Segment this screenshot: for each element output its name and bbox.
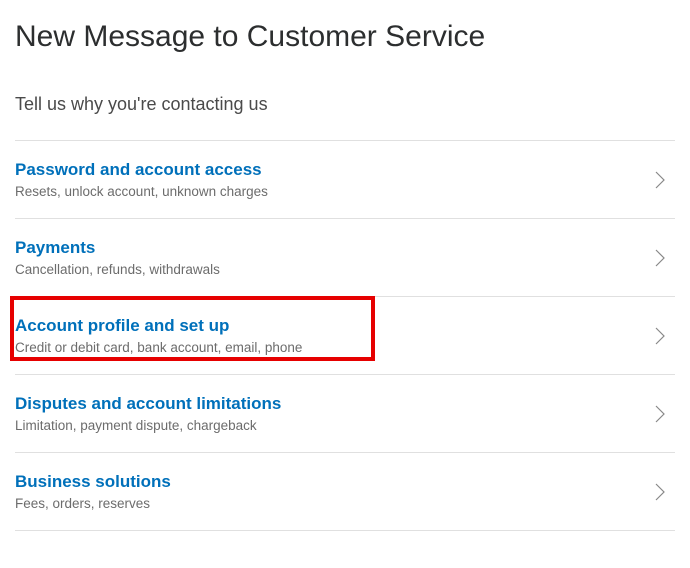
category-desc: Resets, unlock account, unknown charges bbox=[15, 184, 640, 199]
category-title: Business solutions bbox=[15, 472, 640, 492]
category-disputes[interactable]: Disputes and account limitations Limitat… bbox=[15, 375, 675, 453]
category-password-access[interactable]: Password and account access Resets, unlo… bbox=[15, 141, 675, 219]
category-content: Business solutions Fees, orders, reserve… bbox=[15, 472, 640, 511]
category-title: Disputes and account limitations bbox=[15, 394, 640, 414]
chevron-right-icon bbox=[655, 327, 665, 345]
category-account-profile[interactable]: Account profile and set up Credit or deb… bbox=[15, 297, 675, 375]
category-content: Password and account access Resets, unlo… bbox=[15, 160, 640, 199]
category-content: Payments Cancellation, refunds, withdraw… bbox=[15, 238, 640, 277]
category-title: Account profile and set up bbox=[15, 316, 640, 336]
page-subtitle: Tell us why you're contacting us bbox=[15, 94, 675, 115]
category-desc: Cancellation, refunds, withdrawals bbox=[15, 262, 640, 277]
category-title: Password and account access bbox=[15, 160, 640, 180]
category-desc: Fees, orders, reserves bbox=[15, 496, 640, 511]
category-payments[interactable]: Payments Cancellation, refunds, withdraw… bbox=[15, 219, 675, 297]
page-title: New Message to Customer Service bbox=[15, 20, 675, 54]
category-list: Password and account access Resets, unlo… bbox=[15, 140, 675, 531]
chevron-right-icon bbox=[655, 405, 665, 423]
chevron-right-icon bbox=[655, 483, 665, 501]
category-business-solutions[interactable]: Business solutions Fees, orders, reserve… bbox=[15, 453, 675, 531]
category-desc: Limitation, payment dispute, chargeback bbox=[15, 418, 640, 433]
category-content: Disputes and account limitations Limitat… bbox=[15, 394, 640, 433]
category-title: Payments bbox=[15, 238, 640, 258]
category-content: Account profile and set up Credit or deb… bbox=[15, 316, 640, 355]
category-desc: Credit or debit card, bank account, emai… bbox=[15, 340, 640, 355]
chevron-right-icon bbox=[655, 171, 665, 189]
chevron-right-icon bbox=[655, 249, 665, 267]
